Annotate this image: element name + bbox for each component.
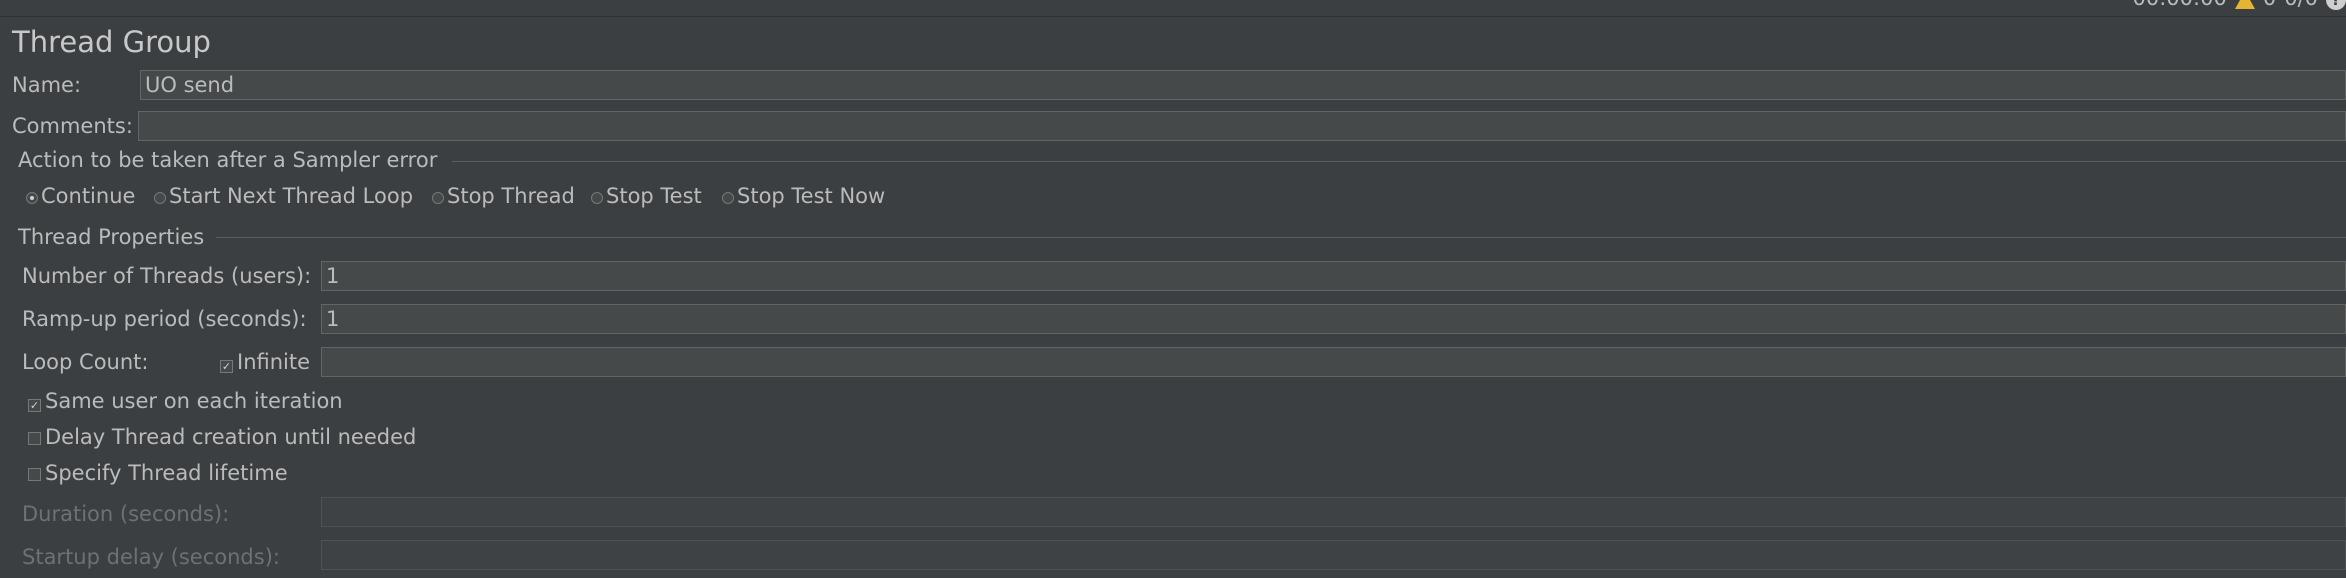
specify-lifetime-checkbox-box[interactable] [28,468,41,481]
radio-stop-thread[interactable]: Stop Thread [432,184,575,208]
radio-stop-thread-indicator[interactable] [432,192,444,204]
radio-continue-label: Continue [41,184,136,208]
infinite-checkbox-box[interactable]: ✓ [220,360,233,373]
comments-label: Comments: [12,114,133,138]
name-label: Name: [12,73,82,97]
radio-continue-indicator[interactable] [26,192,38,204]
same-user-checkbox-label: Same user on each iteration [45,389,343,413]
thread-properties-heading: Thread Properties [18,225,205,249]
infinite-checkbox-label: Infinite [237,350,311,374]
specify-lifetime-checkbox[interactable]: Specify Thread lifetime [28,461,288,485]
sampler-error-divider [452,161,2346,162]
same-user-checkbox[interactable]: ✓ Same user on each iteration [28,389,343,413]
active-threads: 0/0 [2284,0,2318,10]
loop-count-field[interactable] [321,347,2346,377]
num-threads-field[interactable]: 1 [321,261,2346,291]
ramp-up-label: Ramp-up period (seconds): [22,307,307,331]
radio-start-next-thread-loop[interactable]: Start Next Thread Loop [154,184,413,208]
infinite-checkbox[interactable]: ✓ Infinite [220,350,310,374]
radio-stop-test-now[interactable]: Stop Test Now [722,184,885,208]
page-title: Thread Group [12,25,211,59]
radio-stop-test-label: Stop Test [606,184,702,208]
delay-creation-checkbox-label: Delay Thread creation until needed [45,425,417,449]
loop-count-label: Loop Count: [22,350,149,374]
radio-stop-test-indicator[interactable] [591,192,603,204]
radio-start-next-thread-loop-indicator[interactable] [154,192,166,204]
name-field[interactable]: UO send [140,70,2346,100]
startup-delay-field[interactable] [321,540,2346,570]
warning-icon[interactable] [2234,0,2255,9]
sampler-error-heading: Action to be taken after a Sampler error [18,148,438,172]
radio-stop-thread-label: Stop Thread [447,184,575,208]
comments-field[interactable] [138,111,2346,141]
radio-start-next-thread-loop-label: Start Next Thread Loop [169,184,414,208]
delay-creation-checkbox-box[interactable] [28,432,41,445]
help-icon[interactable]: ? [2326,0,2346,10]
radio-stop-test-now-indicator[interactable] [722,192,734,204]
radio-stop-test[interactable]: Stop Test [591,184,702,208]
thread-properties-divider [216,237,2346,238]
radio-continue[interactable]: Continue [26,184,135,208]
radio-stop-test-now-label: Stop Test Now [737,184,886,208]
top-toolbar: 00:00:00 0 0/0 ? [0,0,2346,17]
status-area: 00:00:00 0 0/0 ? [2133,0,2346,10]
duration-label: Duration (seconds): [22,502,230,526]
specify-lifetime-checkbox-label: Specify Thread lifetime [45,461,288,485]
same-user-checkbox-box[interactable]: ✓ [28,399,41,412]
delay-creation-checkbox[interactable]: Delay Thread creation until needed [28,425,416,449]
duration-field[interactable] [321,497,2346,527]
startup-delay-label: Startup delay (seconds): [22,545,280,569]
elapsed-time: 00:00:00 [2133,0,2227,10]
num-threads-label: Number of Threads (users): [22,264,312,288]
ramp-up-field[interactable]: 1 [321,304,2346,334]
warning-count: 0 [2263,0,2276,10]
